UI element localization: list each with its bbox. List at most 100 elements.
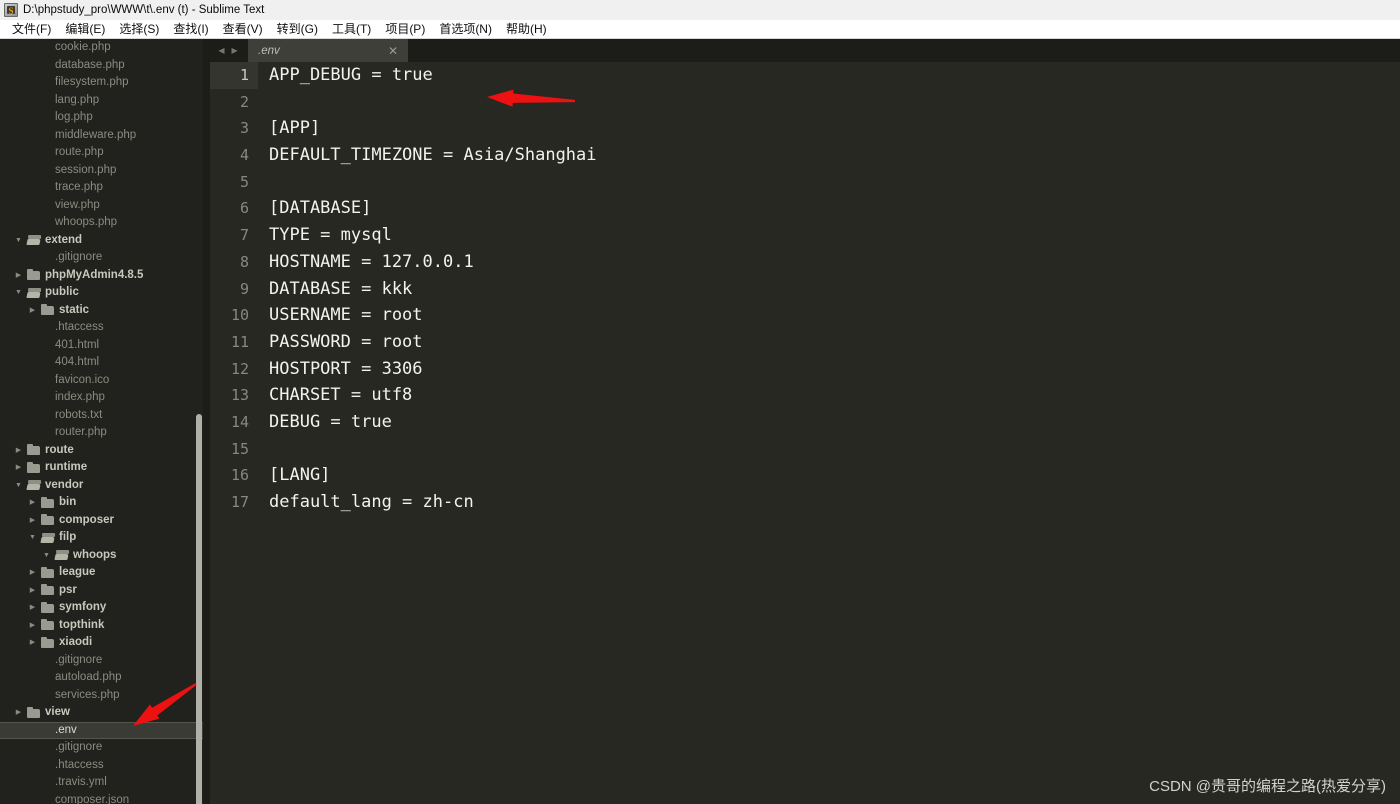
tree-folder-row[interactable]: ▶ route — [0, 442, 203, 460]
tree-folder-row[interactable]: ▶ composer — [0, 512, 203, 530]
chevron-down-icon[interactable]: ▼ — [42, 547, 51, 564]
tree-file-row[interactable]: lang.php — [0, 92, 203, 110]
chevron-down-icon[interactable]: ▼ — [28, 529, 37, 546]
chevron-right-icon[interactable]: ▶ — [28, 494, 37, 511]
code-line[interactable]: 1 APP_DEBUG = true — [210, 62, 1400, 89]
menu-item-6[interactable]: 工具(T) — [325, 20, 378, 38]
code-line-text[interactable]: [LANG] — [258, 462, 330, 489]
tree-file-row[interactable]: database.php — [0, 57, 203, 75]
tree-file-row[interactable]: 404.html — [0, 354, 203, 372]
code-line-text[interactable]: DEBUG = true — [258, 409, 392, 436]
code-line-text[interactable]: DEFAULT_TIMEZONE = Asia/Shanghai — [258, 142, 597, 169]
tree-file-row[interactable]: .gitignore — [0, 249, 203, 267]
close-icon[interactable]: ✕ — [386, 40, 400, 62]
code-line-text[interactable]: USERNAME = root — [258, 302, 423, 329]
tree-file-row[interactable]: whoops.php — [0, 214, 203, 232]
code-line[interactable]: 6 [DATABASE] — [210, 195, 1400, 222]
code-line[interactable]: 15 — [210, 436, 1400, 463]
code-line[interactable]: 13 CHARSET = utf8 — [210, 382, 1400, 409]
tree-file-row[interactable]: .htaccess — [0, 319, 203, 337]
menu-item-8[interactable]: 首选项(N) — [432, 20, 499, 38]
tree-file-row[interactable]: router.php — [0, 424, 203, 442]
menu-item-9[interactable]: 帮助(H) — [499, 20, 554, 38]
code-line-text[interactable]: [DATABASE] — [258, 195, 371, 222]
code-line-text[interactable]: APP_DEBUG = true — [258, 62, 433, 89]
tree-file-row[interactable]: .env — [0, 721, 203, 739]
menu-item-5[interactable]: 转到(G) — [270, 20, 325, 38]
sidebar-file-tree[interactable]: cookie.php database.php filesystem.php lang… — [0, 39, 203, 804]
tree-file-row[interactable]: log.php — [0, 109, 203, 127]
chevron-right-icon[interactable]: ▶ — [14, 442, 23, 459]
tree-file-row[interactable]: .gitignore — [0, 739, 203, 757]
tree-folder-row[interactable]: ▶ topthink — [0, 617, 203, 635]
code-editor[interactable]: 1 APP_DEBUG = true 2 3 [APP] 4 DEFAULT_TIMEZON… — [210, 62, 1400, 804]
tree-file-row[interactable]: favicon.ico — [0, 372, 203, 390]
chevron-right-icon[interactable]: ▶ — [28, 617, 37, 634]
tree-folder-row[interactable]: ▶ xiaodi — [0, 634, 203, 652]
menu-item-0[interactable]: 文件(F) — [5, 20, 58, 38]
chevron-right-icon[interactable]: ▶ — [14, 267, 23, 284]
tree-file-row[interactable]: cookie.php — [0, 39, 203, 57]
menu-item-4[interactable]: 查看(V) — [216, 20, 270, 38]
tab-prev-icon[interactable]: ◀ — [218, 46, 224, 56]
code-line[interactable]: 9 DATABASE = kkk — [210, 276, 1400, 303]
tree-file-row[interactable]: .gitignore — [0, 652, 203, 670]
tree-file-row[interactable]: autoload.php — [0, 669, 203, 687]
tree-folder-row[interactable]: ▶ symfony — [0, 599, 203, 617]
tree-folder-row[interactable]: ▼ vendor — [0, 477, 203, 495]
tree-file-row[interactable]: filesystem.php — [0, 74, 203, 92]
tree-folder-row[interactable]: ▶ static — [0, 302, 203, 320]
tree-folder-row[interactable]: ▶ runtime — [0, 459, 203, 477]
code-line[interactable]: 16 [LANG] — [210, 462, 1400, 489]
chevron-right-icon[interactable]: ▶ — [28, 582, 37, 599]
tree-file-row[interactable]: .htaccess — [0, 757, 203, 775]
tree-file-row[interactable]: 401.html — [0, 337, 203, 355]
tab-env[interactable]: .env ✕ — [248, 39, 408, 62]
chevron-right-icon[interactable]: ▶ — [14, 459, 23, 476]
code-line-text[interactable]: [APP] — [258, 115, 320, 142]
code-line-text[interactable]: PASSWORD = root — [258, 329, 423, 356]
code-line[interactable]: 3 [APP] — [210, 115, 1400, 142]
code-line[interactable]: 2 — [210, 89, 1400, 116]
tree-file-row[interactable]: services.php — [0, 687, 203, 705]
code-line[interactable]: 5 — [210, 169, 1400, 196]
chevron-right-icon[interactable]: ▶ — [28, 564, 37, 581]
menu-item-3[interactable]: 查找(I) — [166, 20, 215, 38]
chevron-right-icon[interactable]: ▶ — [28, 599, 37, 616]
tree-file-row[interactable]: trace.php — [0, 179, 203, 197]
code-line[interactable]: 8 HOSTNAME = 127.0.0.1 — [210, 249, 1400, 276]
tab-navigation-buttons[interactable]: ◀ ▶ — [210, 39, 246, 62]
tree-folder-row[interactable]: ▼ public — [0, 284, 203, 302]
menu-item-2[interactable]: 选择(S) — [112, 20, 166, 38]
code-line-text[interactable]: HOSTNAME = 127.0.0.1 — [258, 249, 474, 276]
tree-folder-row[interactable]: ▶ league — [0, 564, 203, 582]
code-line[interactable]: 4 DEFAULT_TIMEZONE = Asia/Shanghai — [210, 142, 1400, 169]
code-line[interactable]: 17 default_lang = zh-cn — [210, 489, 1400, 516]
chevron-right-icon[interactable]: ▶ — [14, 704, 23, 721]
tree-file-row[interactable]: .travis.yml — [0, 774, 203, 792]
tree-folder-row[interactable]: ▶ psr — [0, 582, 203, 600]
tree-file-row[interactable]: view.php — [0, 197, 203, 215]
chevron-down-icon[interactable]: ▼ — [14, 232, 23, 249]
menu-item-1[interactable]: 编辑(E) — [58, 20, 112, 38]
tree-file-row[interactable]: index.php — [0, 389, 203, 407]
menu-item-7[interactable]: 项目(P) — [378, 20, 432, 38]
tree-folder-row[interactable]: ▼ filp — [0, 529, 203, 547]
tree-folder-row[interactable]: ▶ bin — [0, 494, 203, 512]
tree-file-row[interactable]: composer.json — [0, 792, 203, 804]
code-line-text[interactable]: default_lang = zh-cn — [258, 489, 474, 516]
tree-file-row[interactable]: middleware.php — [0, 127, 203, 145]
code-line-text[interactable]: DATABASE = kkk — [258, 276, 412, 303]
chevron-right-icon[interactable]: ▶ — [28, 512, 37, 529]
code-line-text[interactable]: CHARSET = utf8 — [258, 382, 412, 409]
code-line[interactable]: 10 USERNAME = root — [210, 302, 1400, 329]
code-line[interactable]: 14 DEBUG = true — [210, 409, 1400, 436]
code-line[interactable]: 11 PASSWORD = root — [210, 329, 1400, 356]
tree-file-row[interactable]: session.php — [0, 162, 203, 180]
tree-folder-row[interactable]: ▶ view — [0, 704, 203, 722]
code-content[interactable]: 1 APP_DEBUG = true 2 3 [APP] 4 DEFAULT_TIMEZON… — [210, 62, 1400, 516]
code-line-text[interactable]: HOSTPORT = 3306 — [258, 356, 423, 383]
code-line[interactable]: 7 TYPE = mysql — [210, 222, 1400, 249]
tree-file-row[interactable]: robots.txt — [0, 407, 203, 425]
tab-next-icon[interactable]: ▶ — [232, 46, 238, 56]
